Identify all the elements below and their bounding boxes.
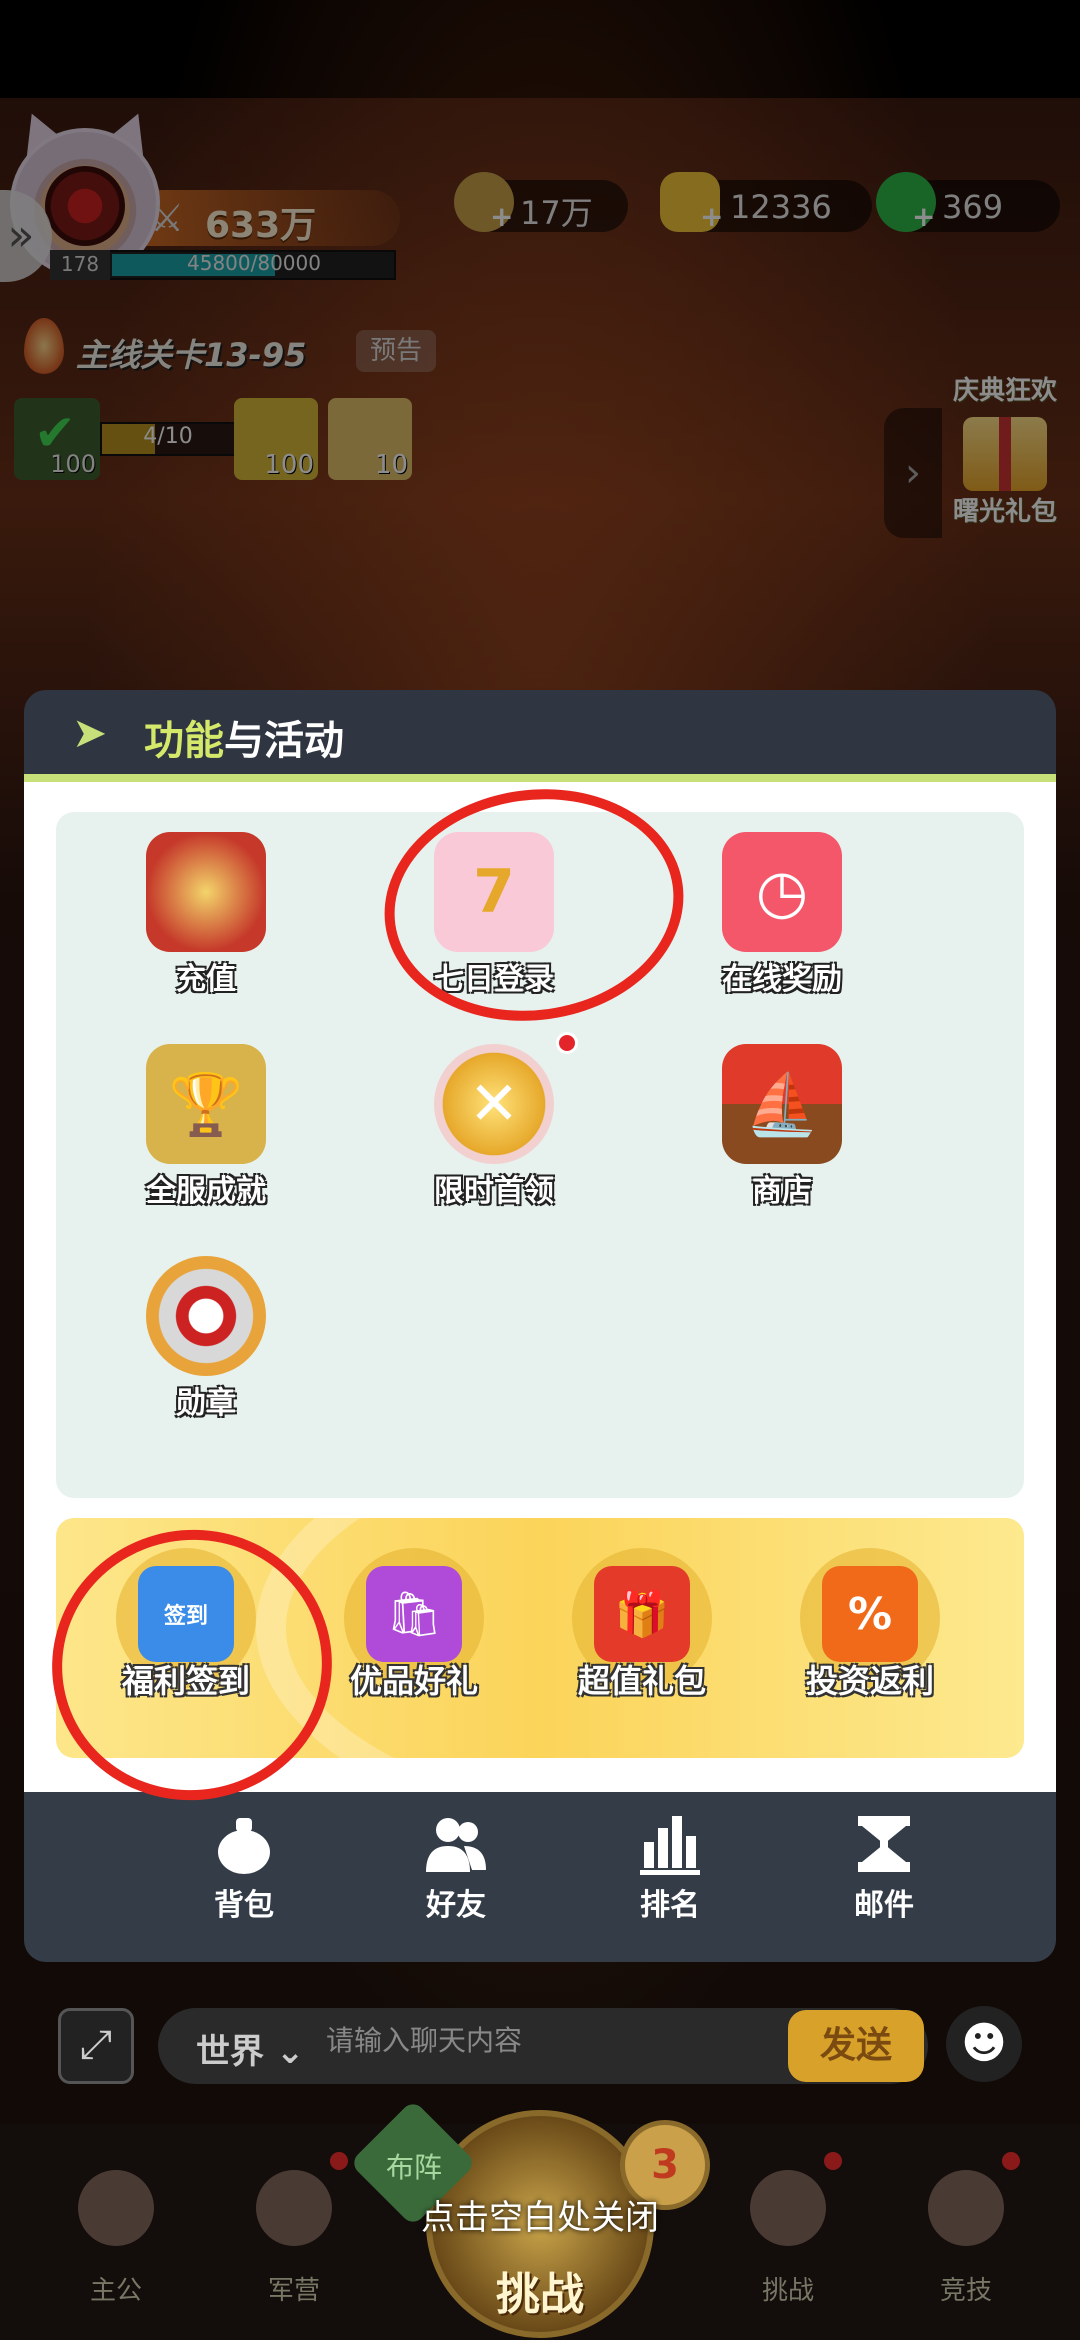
online-reward-button[interactable]: ◷ 在线奖励	[672, 832, 892, 1032]
welfare-label: 投资返利	[805, 1662, 934, 1700]
header-accent-line	[24, 774, 1056, 782]
notification-dot	[824, 2152, 842, 2170]
formation-label: 布阵	[385, 2151, 442, 2184]
modal-footer: 背包 好友 排名 邮件	[24, 1792, 1056, 1962]
notification-dot	[556, 1032, 578, 1054]
nav-label: 挑战	[761, 2276, 814, 2306]
discount-tag-icon: %	[822, 1566, 918, 1662]
shop-button[interactable]: ⛵ 商店	[672, 1044, 892, 1244]
function-label: 勋章	[176, 1386, 236, 1421]
function-label: 商店	[752, 1174, 812, 1209]
dragon-boat-icon: ⛵	[722, 1044, 842, 1164]
emoji-icon[interactable]: ☻	[946, 2006, 1022, 2082]
ranking-button[interactable]: 排名	[600, 1812, 740, 1942]
nav-label: 竞技	[939, 2276, 992, 2306]
nav-label: 军营	[267, 2276, 320, 2306]
send-button[interactable]: 发送	[788, 2010, 924, 2082]
recharge-button[interactable]: 充值	[96, 832, 316, 1032]
value-pack-button[interactable]: 🎁 超值礼包	[532, 1538, 742, 1738]
backpack-button[interactable]: 背包	[174, 1812, 314, 1942]
expand-chat-icon[interactable]: ⤢	[58, 2008, 134, 2084]
investment-rebate-button[interactable]: % 投资返利	[760, 1538, 970, 1738]
welfare-label: 超值礼包	[577, 1662, 706, 1700]
backpack-icon	[218, 1818, 270, 1874]
chevron-down-icon: ⌄	[264, 2032, 305, 2072]
notification-dot	[330, 2152, 348, 2170]
footer-label: 好友	[426, 1888, 486, 1923]
limited-boss-icon: ✕	[434, 1044, 554, 1164]
server-achievement-button[interactable]: 🏆 全服成就	[96, 1044, 316, 1244]
footer-label: 背包	[214, 1888, 274, 1923]
function-label: 在线奖励	[722, 962, 842, 997]
chat-channel-select[interactable]: 世界 ⌄	[196, 2024, 304, 2073]
premium-gift-button[interactable]: 🛍 优品好礼	[304, 1538, 514, 1738]
close-hint: 点击空白处关闭	[421, 2198, 659, 2238]
modal-header: ➤ 功能与活动	[24, 690, 1056, 774]
friends-icon	[426, 1818, 486, 1872]
trophy-icon: 🏆	[146, 1044, 266, 1164]
challenge-label: 挑战	[496, 2269, 584, 2320]
chat-input[interactable]	[326, 2024, 766, 2057]
notification-dot	[1002, 2152, 1020, 2170]
welfare-label: 优品好礼	[349, 1662, 478, 1700]
money-bag-icon	[146, 832, 266, 952]
medal-button[interactable]: 勋章	[96, 1256, 316, 1456]
function-label: 充值	[176, 962, 236, 997]
online-clock-icon: ◷	[722, 832, 842, 952]
modal-title: 功能与活动	[144, 718, 344, 764]
footer-label: 排名	[640, 1888, 700, 1923]
running-figure-icon: ➤	[72, 708, 108, 757]
function-label: 限时首领	[434, 1174, 554, 1209]
limited-boss-button[interactable]: ✕ 限时首领	[384, 1032, 604, 1244]
nav-label: 主公	[89, 2276, 142, 2306]
mail-button[interactable]: 邮件	[814, 1812, 954, 1942]
red-gift-box-icon: 🎁	[594, 1566, 690, 1662]
friends-button[interactable]: 好友	[386, 1812, 526, 1942]
function-label: 全服成就	[146, 1174, 266, 1209]
ranking-icon	[640, 1816, 700, 1875]
shopping-bag-icon: 🛍	[366, 1566, 462, 1662]
footer-label: 邮件	[854, 1888, 914, 1923]
medal-icon	[146, 1256, 266, 1376]
mail-icon	[858, 1816, 910, 1872]
